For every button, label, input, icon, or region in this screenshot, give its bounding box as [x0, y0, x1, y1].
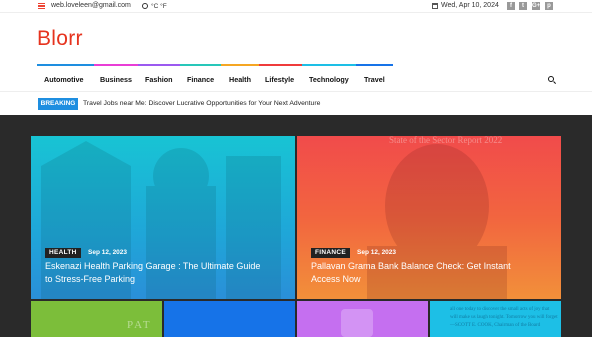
search-icon[interactable] — [548, 76, 554, 82]
main-navigation: Automotive Business Fashion Finance Heal… — [0, 66, 592, 92]
site-logo[interactable]: Blorr — [37, 27, 83, 51]
photo-overlay-text: PAT — [127, 319, 152, 331]
top-bar: web.loveleen@gmail.com °C °F Wed, Apr 10… — [0, 0, 592, 13]
featured-card-finance[interactable]: State of the Sector Report 2022 FINANCE … — [297, 136, 561, 299]
nav-item-health[interactable]: Health — [229, 75, 251, 84]
quote-line: all one today to discover the small acts… — [450, 307, 550, 312]
nav-item-fashion[interactable]: Fashion — [145, 75, 173, 84]
post-title-line: Access Now — [311, 274, 361, 284]
post-card[interactable]: PAT — [31, 301, 162, 337]
post-title[interactable]: Pallavan Grama Bank Balance Check: Get I… — [311, 260, 511, 286]
post-card[interactable]: all one today to discover the small acts… — [430, 301, 561, 337]
post-title-line: Eskenazi Health Parking Garage : The Ult… — [45, 261, 261, 271]
breaking-headline[interactable]: Travel Jobs near Me: Discover Lucrative … — [83, 100, 320, 107]
temperature-units: °C °F — [151, 3, 167, 10]
contact-email[interactable]: web.loveleen@gmail.com — [51, 2, 131, 9]
facebook-icon[interactable]: f — [507, 2, 515, 10]
product-photo-overlay — [341, 309, 373, 337]
post-card[interactable] — [297, 301, 428, 337]
post-date: Sep 12, 2023 — [88, 249, 128, 256]
photo-overlay-quote: all one today to discover the small acts… — [450, 306, 558, 330]
post-title[interactable]: Eskenazi Health Parking Garage : The Ult… — [45, 260, 260, 286]
category-tag[interactable]: HEALTH — [45, 248, 81, 258]
photo-overlay-text: State of the Sector Report 2022 — [389, 136, 503, 145]
quote-line: —SCOTT E. COOK, Chairman of the Board — [450, 323, 541, 328]
nav-item-travel[interactable]: Travel — [364, 75, 385, 84]
post-date: Sep 12, 2023 — [357, 249, 397, 256]
current-date: Wed, Apr 10, 2024 — [441, 2, 499, 9]
featured-card-health[interactable]: HEALTH Sep 12, 2023 Eskenazi Health Park… — [31, 136, 295, 299]
weather-icon — [142, 3, 148, 9]
nav-item-finance[interactable]: Finance — [187, 75, 214, 84]
post-title-line: to Stress-Free Parking — [45, 274, 136, 284]
post-title-line: Pallavan Grama Bank Balance Check: Get I… — [311, 261, 511, 271]
google-plus-icon[interactable]: G+ — [532, 2, 540, 10]
twitter-icon[interactable]: t — [519, 2, 527, 10]
hamburger-menu-icon[interactable] — [38, 3, 45, 10]
calendar-icon — [432, 3, 438, 9]
nav-item-automotive[interactable]: Automotive — [44, 75, 84, 84]
nav-item-technology[interactable]: Technology — [309, 75, 349, 84]
category-tag[interactable]: FINANCE — [311, 248, 350, 258]
pinterest-icon[interactable]: p — [545, 2, 553, 10]
nav-item-lifestyle[interactable]: Lifestyle — [265, 75, 294, 84]
breaking-badge: BREAKING — [38, 98, 78, 110]
breaking-news-bar: BREAKING Travel Jobs near Me: Discover L… — [0, 93, 592, 115]
quote-line: will make us laugh tonight. Tomorrow you… — [450, 315, 558, 320]
post-card[interactable] — [164, 301, 295, 337]
nav-item-business[interactable]: Business — [100, 75, 132, 84]
